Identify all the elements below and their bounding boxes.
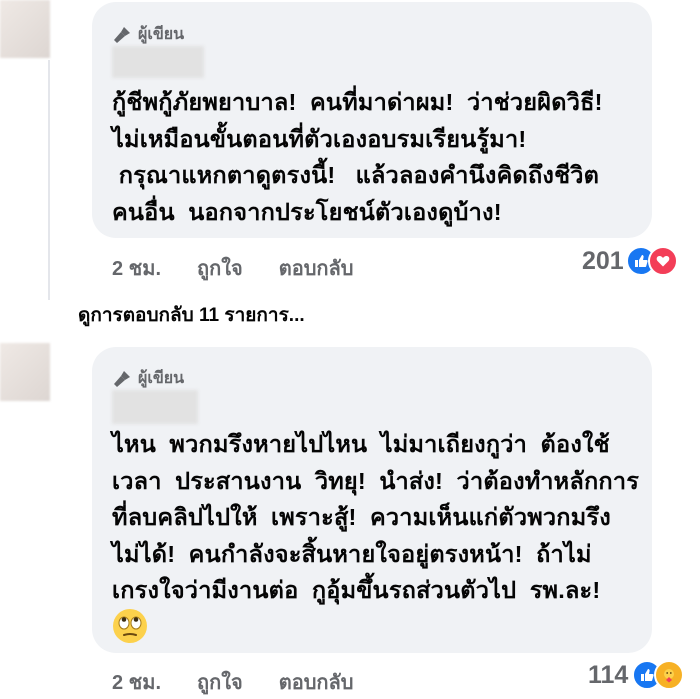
care-icon xyxy=(654,660,685,690)
comment-actions: 2 ชม. ถูกใจ ตอบกลับ xyxy=(112,666,389,698)
like-button[interactable]: ถูกใจ xyxy=(197,666,243,698)
like-button[interactable]: ถูกใจ xyxy=(197,252,243,284)
microphone-icon xyxy=(114,370,130,387)
author-name-redacted[interactable] xyxy=(112,46,204,78)
thread-connector-line xyxy=(48,60,50,300)
reply-button[interactable]: ตอบกลับ xyxy=(279,666,354,698)
love-icon xyxy=(647,246,678,276)
author-name-redacted[interactable] xyxy=(112,390,198,424)
comment-time[interactable]: 2 ชม. xyxy=(112,666,161,698)
reaction-summary[interactable]: 114 xyxy=(588,660,685,690)
eye-roll-emoji xyxy=(113,609,147,643)
comment-text: กู้ชีพกู้ภัยพยาบาล! คนที่มาด่าผม! ว่าช่ว… xyxy=(112,89,603,225)
avatar[interactable] xyxy=(0,0,50,58)
avatar[interactable] xyxy=(0,343,50,401)
author-badge-label: ผู้เขียน xyxy=(138,370,185,387)
microphone-icon xyxy=(114,26,130,43)
comment-text: ไหน พวกมรึงหายไปไหน ไม่มาเถียงกูว่า ต้อง… xyxy=(112,431,640,603)
author-badge-label: ผู้เขียน xyxy=(138,26,185,43)
reaction-summary[interactable]: 201 xyxy=(582,246,678,276)
view-replies-suffix: รายการ... xyxy=(224,305,305,326)
reply-button[interactable]: ตอบกลับ xyxy=(279,252,354,284)
comment-time[interactable]: 2 ชม. xyxy=(112,252,161,284)
author-badge: ผู้เขียน xyxy=(112,22,184,47)
view-replies-count: 11 xyxy=(199,305,220,326)
reaction-count: 201 xyxy=(582,246,624,275)
comment-actions: 2 ชม. ถูกใจ ตอบกลับ xyxy=(112,252,389,284)
reaction-count: 114 xyxy=(588,660,629,689)
view-replies-prefix: ดูการตอบกลับ xyxy=(78,305,194,326)
view-replies-link[interactable]: ดูการตอบกลับ 11 รายการ... xyxy=(78,300,305,330)
author-badge: ผู้เขียน xyxy=(112,366,184,391)
